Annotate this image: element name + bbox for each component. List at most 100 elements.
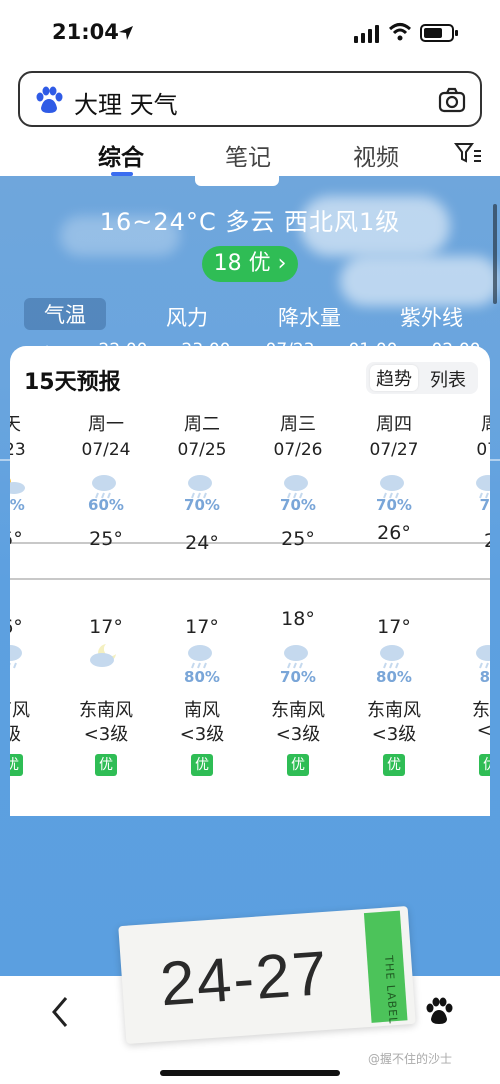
day-low-temp: 17° <box>89 616 123 638</box>
day-date: 07/24 <box>81 440 131 460</box>
low-temp-line <box>10 578 490 580</box>
battery-icon <box>420 24 458 42</box>
rain-icon <box>380 645 404 669</box>
search-query[interactable]: 大理 天气 <box>74 85 178 120</box>
status-bar: 21:04 <box>0 0 500 66</box>
day-aqi: 优 <box>10 754 23 776</box>
camera-icon[interactable] <box>438 87 466 113</box>
day-low-temp: 18° <box>281 608 315 630</box>
day-low-temp: 6° <box>10 616 23 638</box>
tab-notes[interactable]: 笔记 <box>225 138 271 172</box>
sticker-number: 24-27 <box>158 938 332 1020</box>
day-date: 07/26 <box>273 440 323 460</box>
forecast-day[interactable]: 周二 07/25 70% 24° 17° 80% 南风 <3级优 <box>162 410 242 776</box>
day-weekday: 天 <box>10 414 21 435</box>
day-weekday: 周二 <box>184 414 220 435</box>
day-aqi: 优 <box>191 754 213 776</box>
day-high-temp: 24° <box>185 532 219 554</box>
day-date: 07/27 <box>369 440 419 460</box>
day-precip: 70% <box>376 496 412 514</box>
day-high-temp: 2 <box>450 530 490 552</box>
night-icon <box>88 642 120 672</box>
night-precip: 80 <box>479 668 490 686</box>
day-wind-dir: 南风 <box>10 700 30 721</box>
rain-icon <box>10 645 22 669</box>
scrollbar[interactable] <box>493 204 497 304</box>
day-aqi: 优 <box>383 754 405 776</box>
sun-icon <box>10 478 25 494</box>
baidu-paw-icon[interactable] <box>424 996 454 1026</box>
day-wind-level: <3 <box>476 720 490 741</box>
day-high-temp: 5° <box>10 528 23 550</box>
tab-comprehensive[interactable]: 综合 <box>98 138 144 172</box>
day-precip: 60% <box>88 496 124 514</box>
home-indicator[interactable] <box>160 1070 340 1076</box>
forecast-day[interactable]: 天/23 0% 5° 6° 南风级优 <box>10 410 52 776</box>
day-high-temp: 26° <box>377 522 411 544</box>
day-wind-level: <3级 <box>83 724 129 745</box>
day-precip: 0% <box>10 496 25 514</box>
day-aqi: 优 <box>287 754 309 776</box>
day-weekday: 周 <box>450 410 490 436</box>
day-aqi: 优 <box>95 754 117 776</box>
forecast-card: 15天预报 趋势 列表 天/23 0% 5° 6° 南风级优 周一 07/24 60% 25° 1… <box>10 346 490 816</box>
day-wind-level: <3级 <box>179 724 225 745</box>
toggle-trend[interactable]: 趋势 <box>370 365 418 391</box>
day-aqi: 优 <box>479 754 490 776</box>
day-high-temp: 25° <box>281 528 315 550</box>
day-low-temp: 17° <box>185 616 219 638</box>
day-wind-dir: 南风 <box>184 700 220 721</box>
forecast-day[interactable]: 周四 07/27 70% 26° 17° 80% 东南风 <3级优 <box>354 410 434 776</box>
weather-summary: 16~24°C 多云 西北风1级 <box>99 208 401 236</box>
forecast-day[interactable]: 周一 07/24 60% 25° 17° 东南风 <3级优 <box>66 410 146 776</box>
forecast-day[interactable]: 周 07/70 2 80 东北<3 优 <box>450 410 490 776</box>
back-icon[interactable] <box>48 994 72 1030</box>
metric-tab-wind[interactable]: 风力 <box>166 302 208 332</box>
tab-video[interactable]: 视频 <box>353 138 399 172</box>
baidu-paw-icon <box>36 86 63 113</box>
search-box[interactable]: 大理 天气 <box>18 71 482 127</box>
header-fragment <box>195 176 279 186</box>
temperature-sticker: 24-27 THE LABEL <box>118 906 416 1044</box>
metric-tab-temperature[interactable]: 气温 <box>24 298 106 330</box>
night-precip: 80% <box>376 668 412 686</box>
rain-icon <box>188 645 212 669</box>
rain-icon <box>284 645 308 669</box>
forecast-title: 15天预报 <box>24 370 121 395</box>
night-precip: 70% <box>280 668 316 686</box>
night-icon <box>10 642 26 674</box>
metric-tab-uv[interactable]: 紫外线 <box>400 302 463 332</box>
aqi-badge[interactable]: 18 优 › <box>202 246 298 282</box>
filter-icon[interactable] <box>454 142 482 164</box>
cloudy-night-icon <box>90 644 116 667</box>
day-wind-level: 级 <box>10 724 21 745</box>
day-precip: 70% <box>280 496 316 514</box>
location-arrow-icon <box>119 26 133 40</box>
result-tabs: 综合 笔记 视频 <box>0 132 500 176</box>
forecast-day[interactable]: 周三 07/26 70% 25° 18° 70% 东南风 <3级优 <box>258 410 338 776</box>
day-wind-dir: 东南风 <box>79 700 133 721</box>
toggle-list[interactable]: 列表 <box>430 366 466 392</box>
day-wind-level: <3级 <box>275 724 321 745</box>
day-weekday: 周一 <box>88 414 124 435</box>
day-precip: 70% <box>184 496 220 514</box>
day-weekday: 周四 <box>376 414 412 435</box>
view-toggle: 趋势 列表 <box>366 362 478 394</box>
day-high-temp: 25° <box>89 528 123 550</box>
wifi-icon <box>388 23 412 41</box>
day-precip: 70 <box>479 496 490 514</box>
day-weekday: 周三 <box>280 414 316 435</box>
status-time: 21:04 <box>52 20 119 44</box>
day-low-temp: 17° <box>377 616 411 638</box>
metric-tabs: 气温 风力 降水量 紫外线 <box>0 298 500 332</box>
metric-tab-precipitation[interactable]: 降水量 <box>278 302 341 332</box>
day-wind-dir: 东北 <box>472 700 490 721</box>
day-date: /23 <box>10 440 26 460</box>
night-precip: 80% <box>184 668 220 686</box>
watermark: @握不住的沙士 <box>368 1052 453 1066</box>
day-date: 07/ <box>476 440 490 460</box>
signal-icon <box>354 25 379 43</box>
rain-icon <box>476 645 490 669</box>
day-wind-dir: 东南风 <box>271 700 325 721</box>
day-wind-dir: 东南风 <box>367 700 421 721</box>
